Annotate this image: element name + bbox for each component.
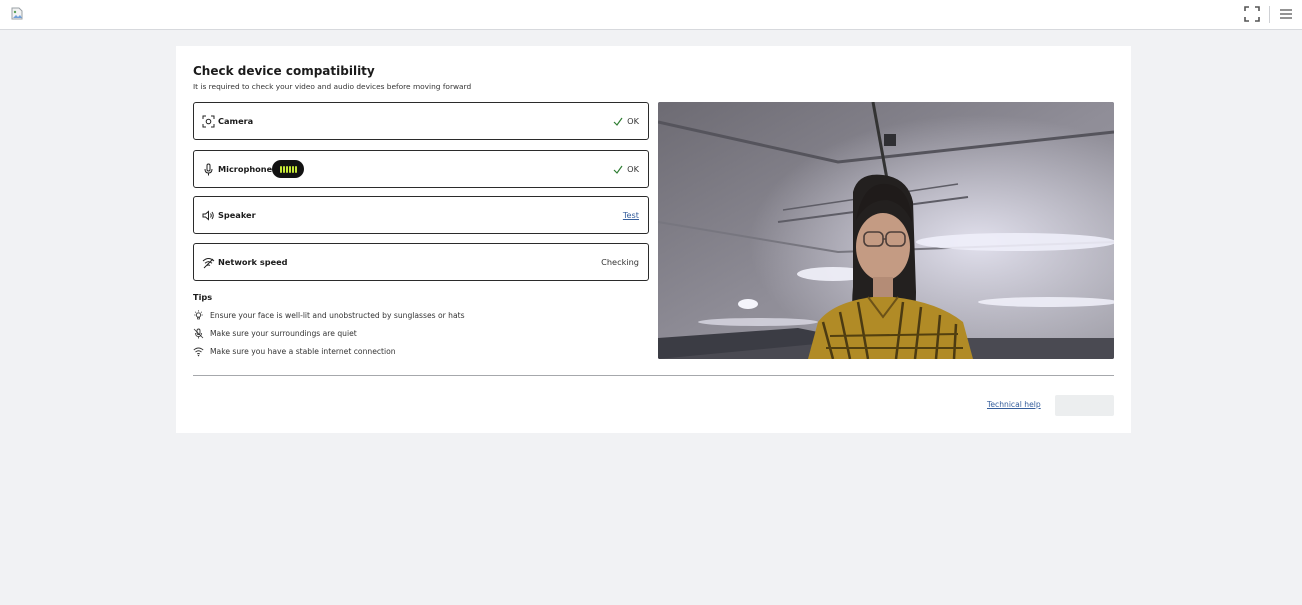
network-status-text: Checking — [601, 257, 639, 267]
camera-icon — [202, 115, 215, 128]
mic-level-bar — [279, 165, 282, 173]
mic-level-bar — [294, 165, 297, 173]
tip-text: Make sure your surroundings are quiet — [210, 328, 357, 338]
camera-label: Camera — [218, 116, 254, 126]
mic-level-bar — [288, 165, 291, 173]
tips-title: Tips — [193, 292, 213, 302]
speaker-icon — [202, 210, 214, 221]
network-icon — [202, 258, 215, 269]
mic-level-bar — [285, 165, 288, 173]
camera-status: OK — [613, 116, 639, 126]
network-label: Network speed — [218, 257, 288, 267]
tip-item: Make sure your surroundings are quiet — [193, 327, 357, 339]
checkmark-icon — [613, 165, 623, 174]
microphone-icon — [204, 163, 213, 176]
speaker-test-link[interactable]: Test — [623, 210, 639, 220]
page-title: Check device compatibility — [193, 64, 375, 78]
mic-level-bar — [282, 165, 285, 173]
device-check-card: Check device compatibility It is require… — [176, 46, 1131, 433]
tip-item: Make sure you have a stable internet con… — [193, 345, 396, 357]
microphone-label: Microphone — [218, 164, 273, 174]
mic-level-bar — [291, 165, 294, 173]
microphone-status-text: OK — [627, 164, 639, 174]
checkmark-icon — [613, 117, 623, 126]
header-divider — [1269, 6, 1270, 23]
speaker-label: Speaker — [218, 210, 256, 220]
tip-item: Ensure your face is well-lit and unobstr… — [193, 309, 465, 321]
top-bar — [0, 0, 1302, 30]
fullscreen-icon[interactable] — [1243, 5, 1261, 23]
camera-status-text: OK — [627, 116, 639, 126]
page-subtitle: It is required to check your video and a… — [193, 82, 472, 91]
hamburger-menu-icon[interactable] — [1278, 6, 1294, 22]
camera-preview-image — [658, 102, 1114, 359]
network-status: Checking — [601, 257, 639, 267]
continue-button[interactable]: Continue — [1055, 395, 1114, 416]
broken-image-icon — [11, 7, 23, 20]
network-check-row: Network speed Checking — [193, 243, 649, 281]
tip-text: Ensure your face is well-lit and unobstr… — [210, 310, 465, 320]
speaker-check-row: Speaker Test — [193, 196, 649, 234]
microphone-level-meter — [272, 160, 304, 178]
muted-microphone-icon — [193, 328, 204, 338]
wifi-icon — [193, 347, 204, 356]
tip-text: Make sure you have a stable internet con… — [210, 346, 396, 356]
microphone-status: OK — [613, 164, 639, 174]
technical-help-link[interactable]: Technical help — [987, 400, 1041, 409]
camera-check-row: Camera OK — [193, 102, 649, 140]
lightbulb-icon — [194, 309, 203, 319]
camera-preview — [658, 102, 1114, 359]
footer-divider — [193, 375, 1114, 376]
microphone-check-row: Microphone OK — [193, 150, 649, 188]
